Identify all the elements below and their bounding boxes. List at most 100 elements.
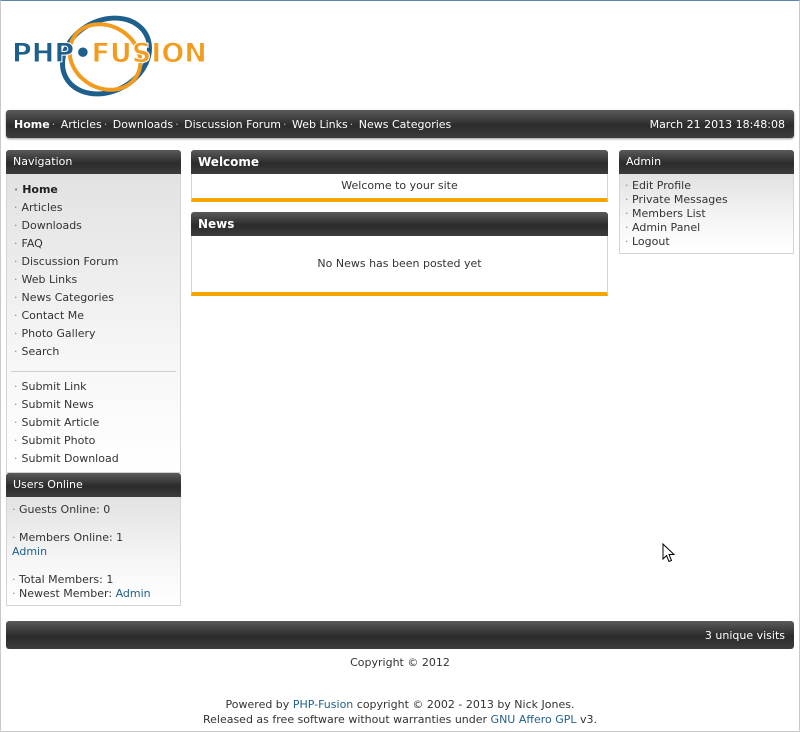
license-text: Released as free software without warran… (202, 713, 488, 726)
nav-item-label: Submit News (21, 398, 94, 411)
nav-item-label: Submit Photo (21, 434, 96, 447)
admin-item-private-messages[interactable]: · Private Messages (625, 193, 793, 207)
nav-item-submit-link[interactable]: · Submit Link (14, 378, 180, 396)
admin-item-members-list[interactable]: · Members List (625, 207, 793, 221)
members-online-text: Members Online: 1 (19, 531, 124, 544)
total-members-text: Total Members: 1 (19, 573, 114, 586)
bullet-icon: · (625, 193, 632, 206)
nav-item-contact-me[interactable]: · Contact Me (14, 307, 180, 325)
admin-item-label: Edit Profile (632, 179, 692, 192)
nav-item-submit-article[interactable]: · Submit Article (14, 414, 180, 432)
guests-online-text: Guests Online: 0 (19, 503, 111, 516)
bullet-icon: · (14, 273, 18, 286)
admin-panel-body: · Edit Profile · Private Messages · Memb… (619, 174, 794, 254)
powered-by-rest: copyright © 2002 - 2013 by Nick Jones. (356, 698, 575, 711)
top-nav-home[interactable]: Home (14, 118, 50, 131)
nav-item-label: Search (21, 345, 60, 358)
nav-item-label: Submit Link (21, 380, 87, 393)
nav-item-label: News Categories (21, 291, 115, 304)
guests-online: · Guests Online: 0 (12, 503, 176, 517)
welcome-panel: Welcome Welcome to your site (191, 150, 608, 202)
admin-item-label: Logout (632, 235, 670, 248)
nav-item-discussion-forum[interactable]: · Discussion Forum (14, 253, 180, 271)
bullet-icon: · (12, 573, 19, 586)
admin-item-label: Admin Panel (632, 221, 701, 234)
bullet-icon: · (12, 587, 19, 600)
admin-item-label: Private Messages (632, 193, 728, 206)
license-link[interactable]: GNU Affero GPL (491, 713, 577, 726)
news-panel: News No News has been posted yet (191, 212, 608, 296)
powered-by-text: Powered by (225, 698, 290, 711)
admin-panel: Admin · Edit Profile · Private Messages … (619, 150, 794, 254)
nav-item-news-categories[interactable]: · News Categories (14, 289, 180, 307)
nav-item-search[interactable]: · Search (14, 343, 180, 361)
top-nav-web-links[interactable]: Web Links (292, 118, 348, 131)
welcome-title: Welcome (191, 150, 608, 174)
nav-item-home[interactable]: · Home (14, 181, 180, 199)
submit-list: · Submit Link · Submit News · Submit Articl… (7, 378, 180, 472)
welcome-body: Welcome to your site (191, 174, 608, 202)
nav-item-label: Photo Gallery (21, 327, 96, 340)
nav-divider (11, 371, 176, 372)
bullet-icon: · (12, 503, 19, 516)
bullet-icon: · (625, 221, 632, 234)
license-line: Released as free software without warran… (0, 712, 800, 727)
top-nav-discussion-forum[interactable]: Discussion Forum (184, 118, 281, 131)
newest-member-label: Newest Member: (19, 587, 113, 600)
nav-item-label: Downloads (21, 219, 82, 232)
bullet-icon: · (625, 235, 632, 248)
nav-item-web-links[interactable]: · Web Links (14, 271, 180, 289)
separator: · (175, 118, 179, 131)
bullet-icon: · (625, 207, 632, 220)
top-nav-articles[interactable]: Articles (61, 118, 102, 131)
logo-wordmark: PHP•FUSION (11, 38, 207, 70)
separator: · (103, 118, 108, 131)
admin-item-admin-panel[interactable]: · Admin Panel (625, 221, 793, 235)
nav-item-label: Submit Download (21, 452, 119, 465)
nav-item-submit-download[interactable]: · Submit Download (14, 450, 180, 468)
bullet-icon: · (14, 345, 18, 358)
newest-member-link[interactable]: Admin (116, 587, 151, 600)
nav-item-label: Web Links (21, 273, 78, 286)
navigation-panel: Navigation · Home · Articles · Downloads · F… (6, 150, 181, 473)
bullet-icon: · (14, 183, 19, 196)
separator: · (51, 118, 56, 131)
bullet-icon: · (14, 237, 18, 250)
nav-item-submit-photo[interactable]: · Submit Photo (14, 432, 180, 450)
footer-bar: 3 unique visits (6, 621, 794, 649)
logo-dot: • (74, 38, 92, 69)
nav-item-photo-gallery[interactable]: · Photo Gallery (14, 325, 180, 343)
bullet-icon: · (14, 416, 18, 429)
separator: · (283, 118, 287, 131)
member-link-admin[interactable]: Admin (12, 545, 176, 559)
current-date: March 21 2013 18:48:08 (649, 118, 785, 131)
nav-item-label: Discussion Forum (21, 255, 119, 268)
copyright: Copyright © 2012 (350, 656, 450, 669)
top-nav-news-categories[interactable]: News Categories (359, 118, 452, 131)
bullet-icon: · (14, 291, 18, 304)
nav-item-label: Home (22, 183, 58, 196)
nav-item-articles[interactable]: · Articles (14, 199, 180, 217)
top-nav-links: Home · Articles · Downloads · Discussion Fo… (14, 118, 451, 131)
navigation-panel-title: Navigation (6, 150, 181, 174)
license-version: v3. (580, 713, 598, 726)
nav-item-downloads[interactable]: · Downloads (14, 217, 180, 235)
nav-item-faq[interactable]: · FAQ (14, 235, 180, 253)
php-fusion-link[interactable]: PHP-Fusion (293, 698, 353, 711)
nav-item-submit-news[interactable]: · Submit News (14, 396, 180, 414)
admin-item-edit-profile[interactable]: · Edit Profile (625, 179, 793, 193)
newest-member: · Newest Member: Admin (12, 587, 176, 601)
admin-panel-title: Admin (619, 150, 794, 174)
bullet-icon: · (625, 179, 632, 192)
admin-item-logout[interactable]: · Logout (625, 235, 793, 249)
site-logo[interactable]: PHP•FUSION (10, 0, 230, 113)
separator: · (349, 118, 354, 131)
users-online-body: · Guests Online: 0 · Members Online: 1 A… (6, 497, 181, 606)
users-online-title: Users Online (6, 473, 181, 497)
navigation-panel-body: · Home · Articles · Downloads · FAQ · Discuss… (6, 174, 181, 473)
bullet-icon: · (14, 327, 18, 340)
powered-by-line: Powered by PHP-Fusion copyright © 2002 -… (0, 697, 800, 712)
top-nav-downloads[interactable]: Downloads (113, 118, 173, 131)
admin-item-label: Members List (632, 207, 706, 220)
